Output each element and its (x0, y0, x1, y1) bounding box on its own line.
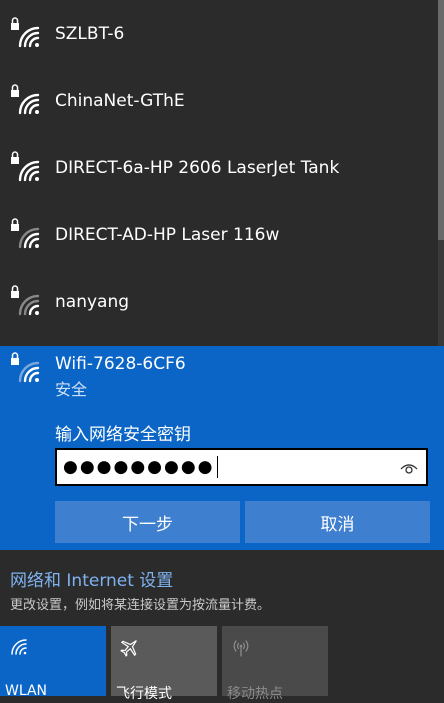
wifi-secured-icon (11, 352, 40, 383)
settings-description: 更改设置，例如将某连接设置为按流量计费。 (10, 598, 271, 613)
security-key-input[interactable]: ●●●●●●●●● (55, 448, 428, 486)
scrollbar-track[interactable] (438, 240, 444, 346)
network-item[interactable]: DIRECT-AD-HP Laser 116w (0, 201, 444, 268)
network-name: nanyang (55, 291, 130, 312)
network-item[interactable]: nanyang (0, 268, 444, 335)
cancel-button[interactable]: 取消 (245, 501, 430, 543)
wifi-secured-icon (11, 217, 40, 248)
quick-action-tiles: WLAN 飞行模式 移动热点 (0, 626, 444, 702)
network-list: SZLBT-6 ChinaNet-GThE DIRECT-6a-HP 2606 … (0, 0, 444, 335)
tile-label: 移动热点 (227, 686, 283, 702)
airplane-mode-tile[interactable]: 飞行模式 (111, 626, 217, 702)
wifi-secured-icon (11, 83, 40, 114)
wifi-secured-icon (11, 284, 40, 315)
network-flyout: SZLBT-6 ChinaNet-GThE DIRECT-6a-HP 2606 … (0, 0, 444, 702)
network-name: DIRECT-6a-HP 2606 LaserJet Tank (55, 157, 340, 178)
settings-section: 网络和 Internet 设置 更改设置，例如将某连接设置为按流量计费。 (0, 550, 444, 624)
selected-network-name: Wifi-7628-6CF6 (55, 354, 186, 374)
selected-network-panel: Wifi-7628-6CF6 安全 输入网络安全密钥 ●●●●●●●●● 下一步… (0, 346, 444, 550)
security-key-label: 输入网络安全密钥 (55, 425, 191, 445)
scrollbar-thumb[interactable] (438, 0, 444, 240)
tile-label: WLAN (5, 683, 48, 699)
network-item[interactable]: SZLBT-6 (0, 0, 444, 67)
reveal-password-icon[interactable] (400, 459, 418, 477)
network-name: DIRECT-AD-HP Laser 116w (55, 224, 280, 245)
password-value: ●●●●●●●●● (63, 457, 215, 477)
network-settings-link[interactable]: 网络和 Internet 设置 (10, 566, 173, 591)
airplane-icon (120, 640, 137, 657)
network-name: ChinaNet-GThE (55, 90, 185, 111)
wifi-secured-icon (11, 16, 40, 47)
tile-label: 飞行模式 (116, 686, 172, 702)
network-item[interactable]: ChinaNet-GThE (0, 67, 444, 134)
text-caret (216, 456, 218, 478)
wifi-icon (11, 639, 27, 655)
mobile-hotspot-tile[interactable]: 移动热点 (222, 626, 328, 702)
next-button[interactable]: 下一步 (55, 501, 240, 543)
network-item[interactable]: DIRECT-6a-HP 2606 LaserJet Tank (0, 134, 444, 201)
wifi-secured-icon (11, 150, 40, 181)
security-status: 安全 (55, 380, 88, 399)
wlan-tile[interactable]: WLAN (0, 626, 106, 699)
hotspot-icon (233, 640, 249, 657)
network-name: SZLBT-6 (55, 23, 125, 44)
